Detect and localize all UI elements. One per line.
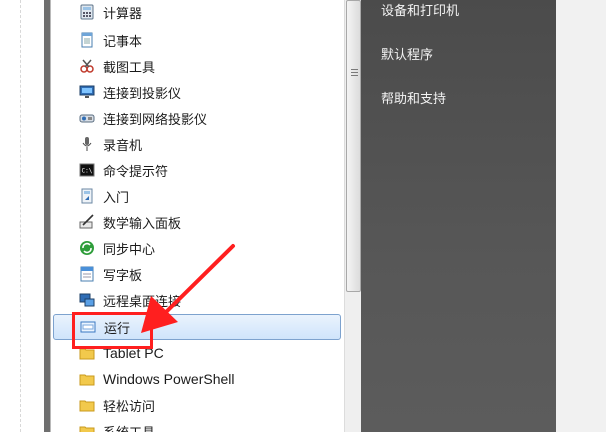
svg-text:C:\: C:\ bbox=[82, 168, 93, 175]
program-label: 录音机 bbox=[103, 138, 143, 154]
scrollbar-thumb[interactable] bbox=[346, 0, 361, 292]
program-label: 同步中心 bbox=[103, 242, 156, 258]
folder-icon bbox=[78, 396, 96, 414]
program-label: 远程桌面连接 bbox=[103, 294, 182, 310]
program-label: 数学输入面板 bbox=[103, 216, 182, 232]
right-item-help-support[interactable]: 帮助和支持 bbox=[381, 88, 446, 107]
program-item-connect-projector[interactable]: 连接到投影仪 bbox=[78, 79, 340, 105]
accessories-program-list: 计算器 记事本 截图工具 连接到投影仪 连接到网络投影仪 录音机 C:\ 命令提… bbox=[50, 0, 344, 432]
math-input-icon bbox=[78, 213, 96, 231]
grip-icon bbox=[351, 69, 358, 78]
program-label: 记事本 bbox=[103, 34, 143, 50]
program-label: 连接到网络投影仪 bbox=[103, 112, 208, 128]
program-label: 计算器 bbox=[103, 6, 143, 22]
program-folder-ease-of-access[interactable]: 轻松访问 bbox=[78, 392, 340, 418]
program-folder-windows-powershell[interactable]: Windows PowerShell bbox=[78, 366, 340, 392]
program-label: 命令提示符 bbox=[103, 164, 169, 180]
program-label: Windows PowerShell bbox=[103, 371, 235, 387]
window-edge-background bbox=[556, 0, 606, 432]
program-label: 截图工具 bbox=[103, 60, 156, 76]
microphone-icon bbox=[78, 135, 96, 153]
program-item-snipping-tool[interactable]: 截图工具 bbox=[78, 53, 340, 79]
program-item-getting-started[interactable]: 入门 bbox=[78, 183, 340, 209]
folder-icon bbox=[78, 370, 96, 388]
programs-scrollbar[interactable] bbox=[344, 0, 361, 432]
program-label: 轻松访问 bbox=[103, 399, 156, 415]
program-label: 写字板 bbox=[103, 268, 143, 284]
annotation-highlight-box bbox=[72, 312, 153, 349]
program-label: 连接到投影仪 bbox=[103, 86, 182, 102]
program-item-wordpad[interactable]: 写字板 bbox=[78, 261, 340, 287]
program-item-remote-desktop[interactable]: 远程桌面连接 bbox=[78, 287, 340, 313]
program-label: 系统工具 bbox=[103, 422, 155, 432]
wordpad-icon bbox=[78, 265, 96, 283]
network-projector-icon bbox=[78, 109, 96, 127]
program-folder-system-tools[interactable]: 系统工具 bbox=[78, 418, 340, 432]
program-item-sound-recorder[interactable]: 录音机 bbox=[78, 131, 340, 157]
program-item-notepad[interactable]: 记事本 bbox=[78, 27, 340, 53]
notepad-icon bbox=[78, 31, 96, 49]
folder-icon bbox=[78, 422, 96, 432]
right-item-default-programs[interactable]: 默认程序 bbox=[381, 44, 433, 63]
start-menu-right-pane: 设备和打印机 默认程序 帮助和支持 bbox=[361, 0, 558, 432]
dashed-guide-line bbox=[20, 0, 21, 432]
calculator-icon bbox=[78, 3, 96, 21]
program-item-calculator[interactable]: 计算器 bbox=[78, 0, 340, 25]
projector-icon bbox=[78, 83, 96, 101]
right-item-devices-printers[interactable]: 设备和打印机 bbox=[381, 0, 459, 19]
getting-started-icon bbox=[78, 187, 96, 205]
command-prompt-icon: C:\ bbox=[78, 161, 96, 179]
program-item-command-prompt[interactable]: C:\ 命令提示符 bbox=[78, 157, 340, 183]
program-item-sync-center[interactable]: 同步中心 bbox=[78, 235, 340, 261]
remote-desktop-icon bbox=[78, 291, 96, 309]
program-item-math-input-panel[interactable]: 数学输入面板 bbox=[78, 209, 340, 235]
program-label: 入门 bbox=[103, 190, 130, 206]
sync-center-icon bbox=[78, 239, 96, 257]
program-item-connect-network-projector[interactable]: 连接到网络投影仪 bbox=[78, 105, 340, 131]
snipping-tool-icon bbox=[78, 57, 96, 75]
